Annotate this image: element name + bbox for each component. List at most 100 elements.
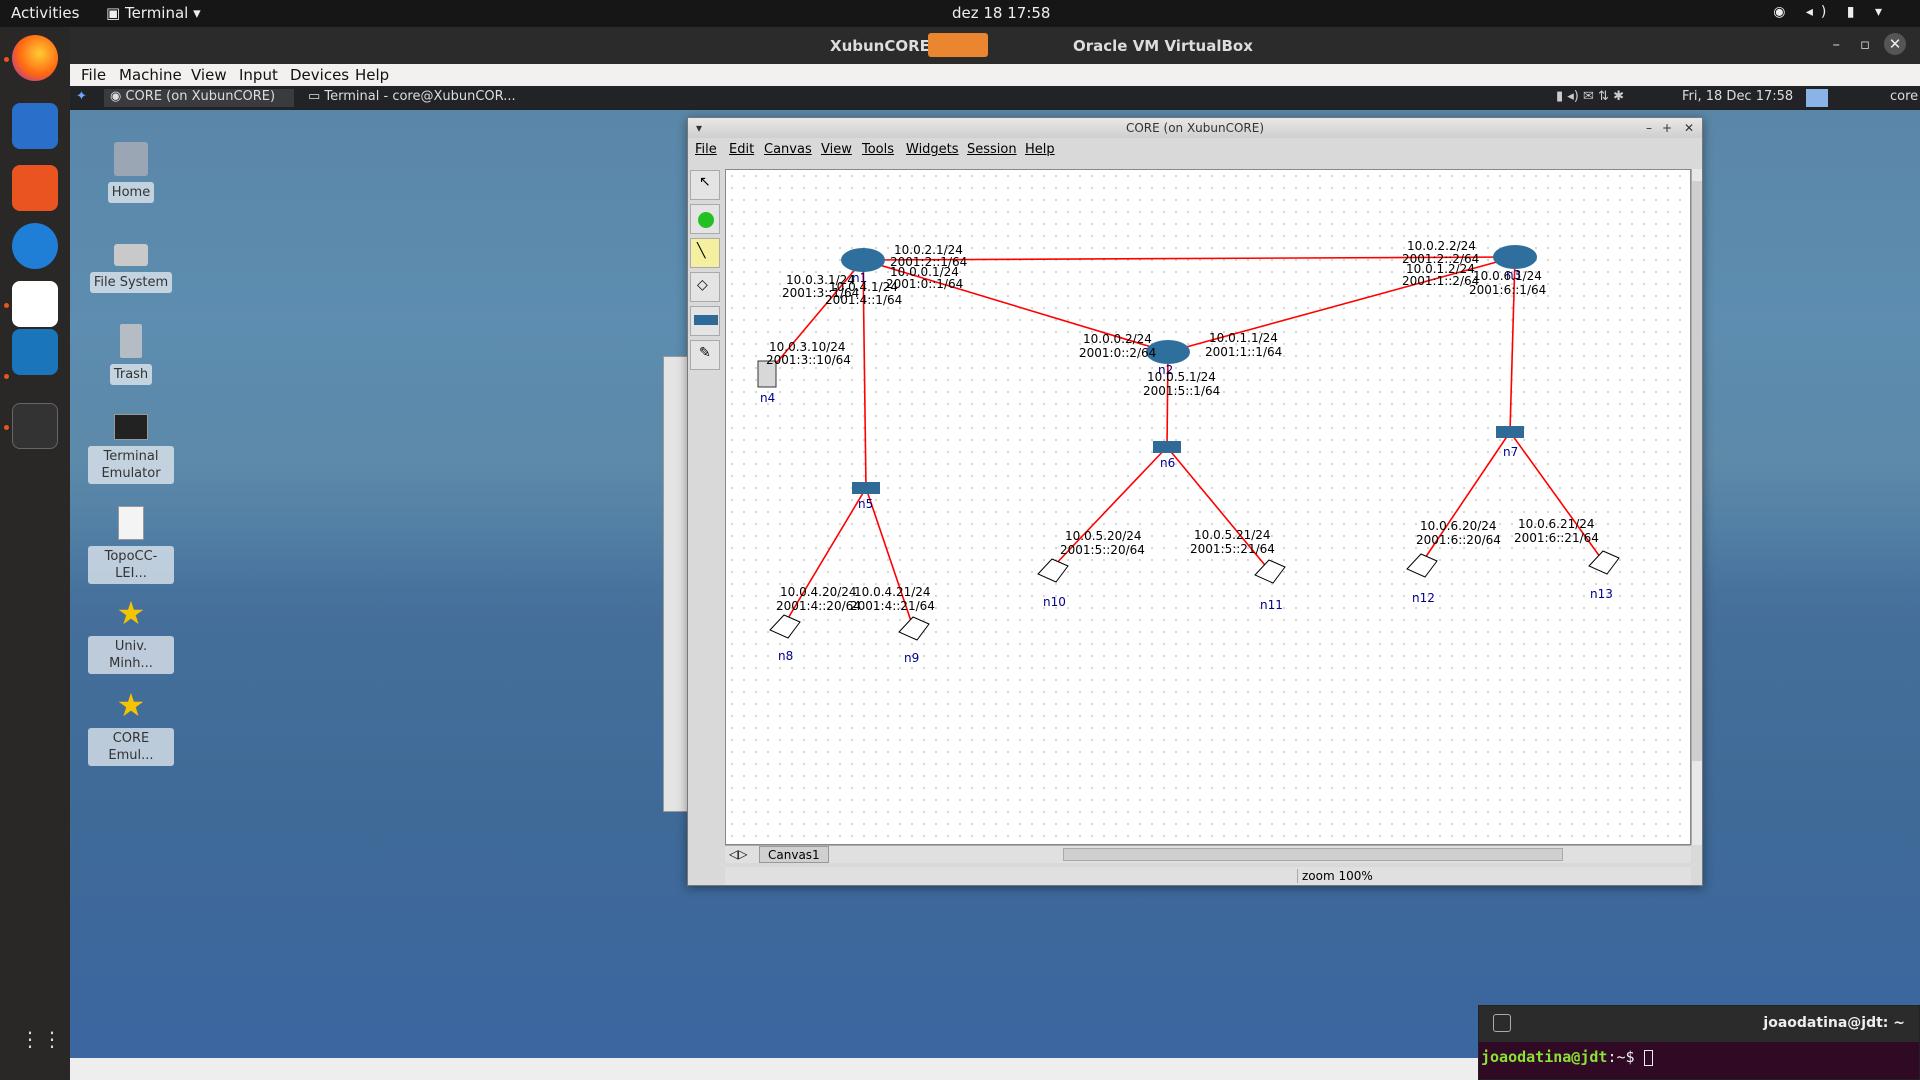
core-statusbar: zoom 100%	[725, 867, 1691, 885]
laptop-n13[interactable]: n13	[1588, 550, 1620, 601]
activities-button[interactable]: Activities	[11, 4, 79, 22]
menu-machine[interactable]: Machine	[119, 66, 182, 84]
text-editor-icon[interactable]	[12, 281, 58, 327]
desktop-icon-univ[interactable]: ★ Univ. Minh...	[88, 596, 174, 674]
router-icon	[841, 248, 885, 272]
switch-n7[interactable]: n7	[1496, 426, 1524, 459]
laptop-n8[interactable]: n8	[769, 614, 801, 663]
files-icon[interactable]	[12, 103, 58, 149]
select-tool-icon[interactable]: ↖	[690, 170, 720, 200]
core-menu-canvas[interactable]: Canvas	[764, 142, 812, 157]
link-tool-icon[interactable]: ╲	[690, 238, 720, 268]
system-tray[interactable]: ◉ ◂) ▮ ▾	[1773, 4, 1890, 20]
node-label: n10	[1043, 595, 1066, 609]
switch-icon	[852, 482, 880, 494]
node-label: n9	[904, 651, 919, 665]
link-layer-icon[interactable]	[690, 306, 720, 336]
desktop-icon-terminal[interactable]: Terminal Emulator	[88, 414, 174, 484]
panel-user[interactable]: core	[1890, 89, 1918, 107]
close-button[interactable]: ✕	[1884, 33, 1906, 55]
topology-drawing[interactable]: n1 n2 n3 n4 n5 n6 n7 n8 n9 n10 n11 n12 n…	[726, 170, 1692, 846]
core-menu-session[interactable]: Session	[967, 142, 1017, 157]
dock: ⋮⋮⋮	[0, 27, 84, 1080]
node-label: n4	[760, 391, 775, 405]
addr-ipv4: 10.0.5.21/24	[1194, 528, 1271, 542]
core-menu-widgets[interactable]: Widgets	[906, 142, 959, 157]
panel-tray-icons[interactable]: ▮ ◂) ✉ ⇅ ✱	[1556, 89, 1624, 107]
workspace-switcher[interactable]	[1806, 89, 1828, 107]
start-session-icon[interactable]	[690, 204, 720, 234]
desktop-icon-label: Home	[107, 182, 155, 203]
desktop-icon-home[interactable]: Home	[88, 142, 174, 203]
core-menu-edit[interactable]: Edit	[729, 142, 754, 157]
tab-nav-arrows[interactable]: ◁▷	[729, 847, 747, 861]
core-maximize-button[interactable]: +	[1662, 118, 1672, 138]
menu-view[interactable]: View	[191, 66, 227, 84]
desktop-icon-label: Terminal Emulator	[88, 446, 174, 484]
desktop-icon-core[interactable]: ★ CORE Emul...	[88, 688, 174, 766]
software-icon[interactable]	[12, 165, 58, 211]
switch-n5[interactable]: n5	[852, 482, 880, 511]
new-tab-icon[interactable]	[1493, 1014, 1511, 1032]
addr-ipv4: 10.0.3.10/24	[769, 340, 846, 354]
desktop-icon-label: Trash	[109, 364, 153, 385]
tab-canvas1[interactable]: Canvas1	[759, 846, 829, 863]
desktop-icon-trash[interactable]: Trash	[88, 324, 174, 385]
core-menu-tools[interactable]: Tools	[862, 142, 894, 157]
app-menu[interactable]: ▣ Terminal ▾	[106, 4, 201, 22]
core-close-button[interactable]: ✕	[1684, 118, 1694, 138]
laptop-n11[interactable]: n11	[1254, 559, 1286, 612]
panel-datetime[interactable]: Fri, 18 Dec 17:58	[1682, 89, 1793, 107]
firefox-icon[interactable]	[12, 35, 58, 81]
terminal-prompt[interactable]: joaodatina@jdt:~$	[1481, 1048, 1653, 1066]
network-layer-icon[interactable]: ◇	[690, 272, 720, 302]
addr-ipv6: 2001:4::21/64	[850, 599, 935, 613]
laptop-icon	[1254, 559, 1286, 584]
node-label: n6	[1160, 456, 1175, 470]
terminal-window[interactable]: joaodatina@jdt: ~ joaodatina@jdt:~$	[1478, 1005, 1920, 1080]
annotation-tool-icon[interactable]: ✎	[690, 340, 720, 370]
addr-ipv6: 2001:1::2/64	[1402, 274, 1479, 288]
laptop-n9[interactable]: n9	[898, 616, 930, 665]
desktop-icon-topocc[interactable]: TopoCC-LEI...	[88, 506, 174, 584]
minimize-button[interactable]: –	[1833, 35, 1841, 53]
core-minimize-button[interactable]: –	[1646, 118, 1652, 138]
scroll-thumb[interactable]	[1692, 181, 1702, 761]
laptop-n12[interactable]: n12	[1406, 553, 1438, 605]
node-label: n5	[858, 497, 873, 511]
switch-n6[interactable]: n6	[1153, 441, 1181, 470]
menu-help[interactable]: Help	[355, 66, 389, 84]
taskbar-terminal[interactable]: ▭ Terminal - core@XubunCOR...	[302, 89, 532, 107]
addr-ipv4: 10.0.6.21/24	[1518, 517, 1595, 531]
server-n4[interactable]: n4	[757, 360, 777, 405]
menu-file[interactable]: File	[81, 66, 106, 84]
core-menu-view[interactable]: View	[821, 142, 852, 157]
core-menu-file[interactable]: File	[695, 142, 717, 157]
canvas-vertical-scrollbar[interactable]	[1691, 169, 1702, 845]
laptop-icon	[1406, 553, 1438, 578]
router-icon	[1493, 245, 1537, 269]
core-toolbar: ↖ ╲ ◇ ✎	[690, 170, 722, 380]
system-monitor-icon[interactable]	[12, 329, 58, 375]
maximize-button[interactable]: ▫	[1860, 35, 1870, 53]
core-menu-help[interactable]: Help	[1025, 142, 1055, 157]
network-canvas[interactable]: n1 n2 n3 n4 n5 n6 n7 n8 n9 n10 n11 n12 n…	[725, 169, 1691, 845]
taskbar-core-label: CORE (on XubunCORE)	[125, 89, 276, 104]
address-labels: 10.0.2.1/24 2001:2::1/64 10.0.0.1/24 200…	[766, 239, 1599, 613]
laptop-n10[interactable]: n10	[1037, 558, 1069, 609]
window-menu-icon[interactable]: ▾	[696, 118, 702, 138]
desktop-icon-filesystem[interactable]: File System	[88, 234, 174, 293]
xfce-menu-icon[interactable]: ✦	[76, 89, 87, 107]
core-menubar: File Edit Canvas View Tools Widgets Sess…	[688, 138, 1702, 162]
running-indicator	[4, 57, 9, 62]
clock[interactable]: dez 18 17:58	[952, 4, 1050, 22]
help-icon[interactable]	[12, 223, 58, 269]
node-label: n11	[1260, 598, 1283, 612]
taskbar-core[interactable]: ◉ CORE (on XubunCORE)	[104, 89, 294, 107]
home-folder-icon	[114, 142, 148, 176]
menu-devices[interactable]: Devices	[290, 66, 349, 84]
terminal-title: joaodatina@jdt: ~	[1763, 1015, 1905, 1031]
canvas-horizontal-scrollbar[interactable]	[1063, 848, 1563, 861]
menu-input[interactable]: Input	[239, 66, 278, 84]
terminal-icon[interactable]	[12, 403, 58, 449]
